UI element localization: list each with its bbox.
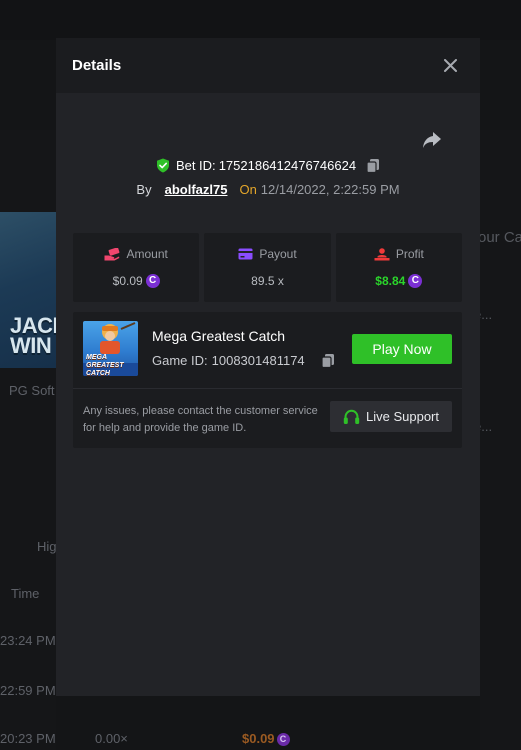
background-provider-label: PG Soft (9, 383, 55, 398)
copy-game-id-button[interactable] (321, 353, 335, 368)
modal-title: Details (72, 57, 122, 74)
background-time-header: Time (11, 586, 40, 601)
person-profit-icon (374, 247, 390, 260)
stat-label: Amount (126, 247, 168, 261)
background-row-multiplier: 0.00× (95, 731, 128, 746)
stat-value: 89.5 x (251, 274, 284, 288)
stat-header: Profit (374, 247, 424, 261)
amount-value: $0.09 (112, 274, 143, 288)
share-button[interactable] (422, 131, 442, 149)
stat-payout: Payout 89.5 x (204, 233, 331, 302)
share-icon (423, 132, 441, 148)
stat-value: $0.09 C (113, 274, 160, 288)
support-message: Any issues, please contact the customer … (83, 405, 318, 434)
copy-icon (366, 159, 380, 173)
close-icon (443, 59, 457, 72)
game-card: MEGA GREATEST CATCH Mega Greatest Catch … (73, 312, 462, 448)
game-thumbnail-title: MEGA GREATEST CATCH (86, 354, 124, 376)
background-row-win: $0.09 C (242, 731, 290, 747)
game-id-value: 1008301481174 (211, 353, 305, 368)
close-button[interactable] (440, 56, 460, 76)
card-icon (238, 248, 253, 260)
background-row-time: 23:24 PM (0, 633, 56, 648)
background-topbar (0, 0, 521, 40)
background-thumbnail-title: JACK WIN (10, 313, 56, 358)
modal-header: Details (56, 38, 480, 93)
bet-details-modal: Details Bet ID: 1752186412476746624 By a… (56, 38, 480, 696)
by-label: By (136, 182, 152, 197)
background-right-header: our Ca (478, 229, 521, 246)
payout-value: 89.5 x (251, 274, 284, 288)
bet-id-row: Bet ID: 1752186412476746624 (56, 158, 480, 173)
bet-meta-row: By abolfazl75 On 12/14/2022, 2:22:59 PM (56, 182, 480, 197)
money-hand-icon (104, 247, 120, 260)
stat-profit: Profit $8.84 C (335, 233, 462, 302)
copy-icon (321, 354, 334, 368)
card-divider (73, 388, 462, 389)
stat-label: Profit (395, 247, 424, 261)
bet-stats: Amount $0.09 C Payout 89.5 x Profit $8.8… (73, 233, 462, 302)
coin-icon: C (408, 274, 423, 288)
game-thumbnail[interactable]: MEGA GREATEST CATCH (83, 321, 138, 376)
bet-date: 12/14/2022, 2:22:59 PM (260, 182, 400, 197)
on-label: On (239, 182, 257, 197)
background-right-panel (480, 130, 521, 750)
live-support-label: Live Support (366, 409, 439, 424)
stat-header: Payout (238, 247, 297, 261)
coin-icon: C (145, 274, 160, 288)
game-id-row: Game ID: 1008301481174 (152, 353, 335, 368)
game-name: Mega Greatest Catch (152, 328, 286, 344)
background-row-time: 20:23 PM (0, 731, 56, 746)
stat-header: Amount (104, 247, 168, 261)
bet-id-label: Bet ID: (175, 158, 216, 173)
live-support-button[interactable]: Live Support (330, 401, 452, 432)
game-id-label: Game ID: (152, 353, 208, 368)
background-game-thumbnail: JACK WIN (0, 212, 56, 368)
username-link[interactable]: abolfazl75 (165, 182, 228, 197)
headset-icon (343, 409, 360, 424)
shield-check-icon (156, 158, 169, 173)
background-row-time: 22:59 PM (0, 683, 56, 698)
copy-bet-id-button[interactable] (366, 158, 380, 173)
background-sort-tab: Hig (37, 539, 57, 554)
play-now-button[interactable]: Play Now (352, 334, 452, 364)
coin-icon: C (276, 733, 290, 747)
background-row-win-value: $0.09 (242, 731, 275, 746)
profit-value: $8.84 (375, 274, 406, 288)
bet-id-value: 1752186412476746624 (218, 158, 357, 173)
stat-amount: Amount $0.09 C (73, 233, 200, 302)
stat-value: $8.84 C (375, 274, 423, 288)
stat-label: Payout (259, 247, 297, 261)
